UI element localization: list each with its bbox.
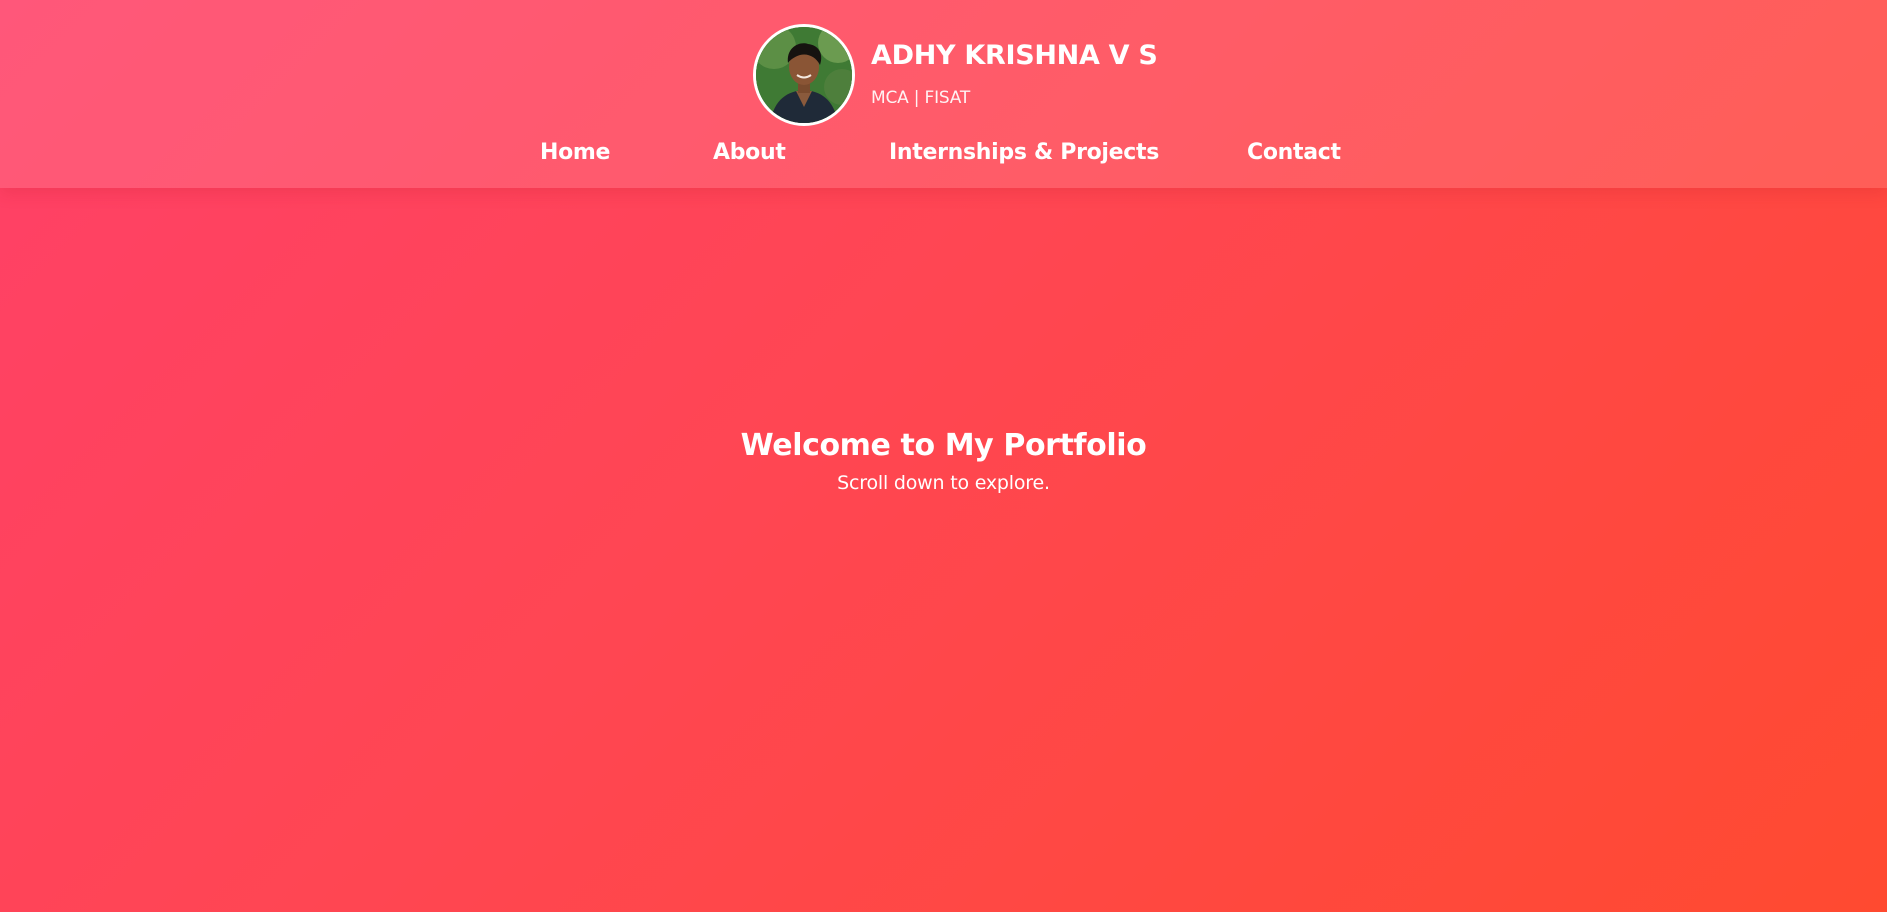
main-navigation: Home About Internships & Projects Contac… <box>0 140 1887 172</box>
profile-photo-icon <box>756 27 852 123</box>
hero-title: Welcome to My Portfolio <box>740 428 1147 463</box>
hero-section: Welcome to My Portfolio Scroll down to e… <box>0 424 1887 494</box>
nav-about-link[interactable]: About <box>713 140 786 165</box>
site-owner-subtitle: MCA | FISAT <box>871 88 971 108</box>
hero-subtitle: Scroll down to explore. <box>837 472 1050 494</box>
nav-home-link[interactable]: Home <box>540 140 610 165</box>
portfolio-page: ADHY KRISHNA V S MCA | FISAT Home About … <box>0 0 1887 913</box>
page-bottom-divider <box>0 912 1887 913</box>
site-owner-name: ADHY KRISHNA V S <box>871 40 1158 71</box>
site-header: ADHY KRISHNA V S MCA | FISAT Home About … <box>0 0 1887 188</box>
nav-contact-link[interactable]: Contact <box>1247 140 1341 165</box>
avatar <box>753 24 855 126</box>
nav-internships-projects-link[interactable]: Internships & Projects <box>889 140 1159 165</box>
